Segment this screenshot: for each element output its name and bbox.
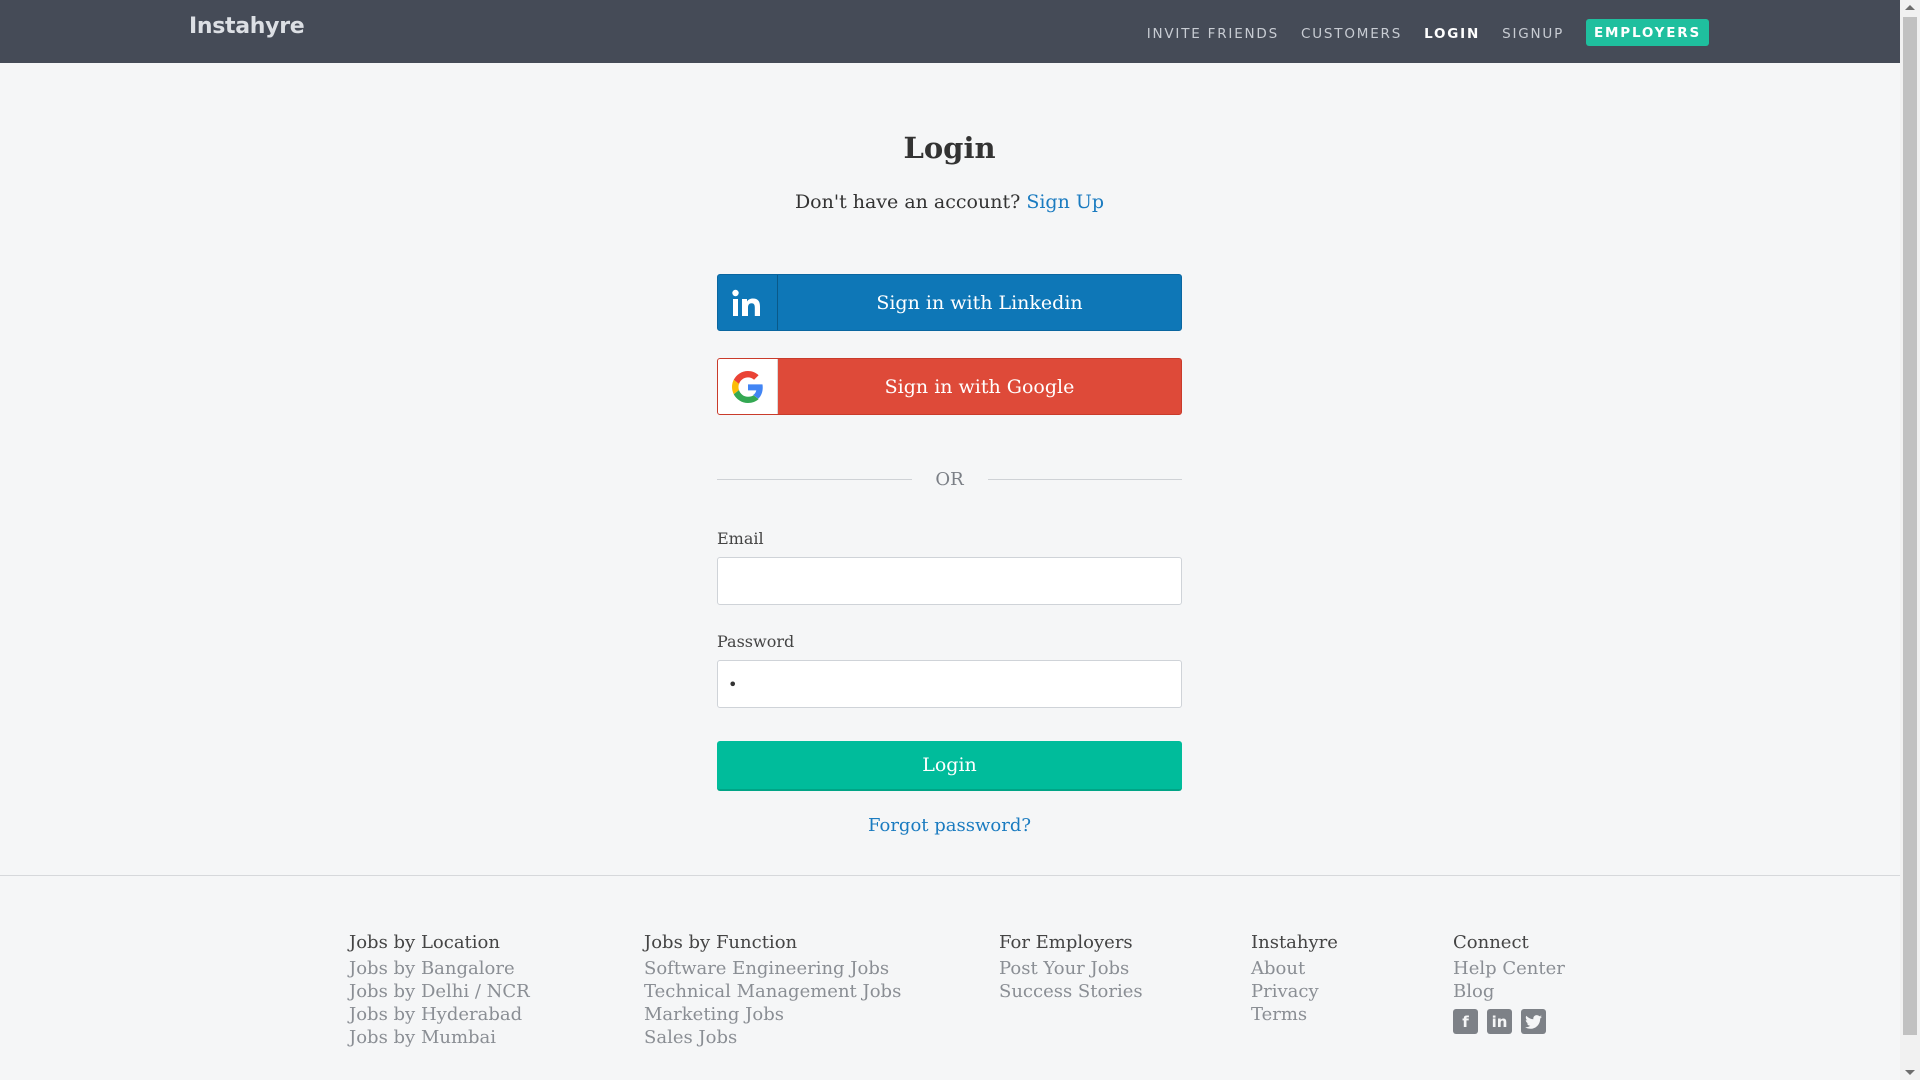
divider-line-right — [987, 478, 1182, 480]
footer-link[interactable]: Privacy — [1251, 980, 1338, 1003]
divider-line-left — [717, 478, 912, 480]
login-button[interactable]: Login — [717, 741, 1182, 791]
linkedin-signin-button[interactable]: Sign in with Linkedin — [717, 274, 1182, 331]
footer-link[interactable]: Terms — [1251, 1003, 1338, 1026]
footer-link[interactable]: Technical Management Jobs — [644, 980, 901, 1003]
footer-link[interactable]: Success Stories — [999, 980, 1143, 1003]
forgot-password-row: Forgot password? — [717, 815, 1182, 836]
footer-col-jobs-by-function: Jobs by Function Software Engineering Jo… — [644, 932, 901, 1049]
footer-link[interactable]: Jobs by Hyderabad — [349, 1003, 530, 1026]
footer-link[interactable]: Sales Jobs — [644, 1026, 901, 1049]
nav-menu: INVITE FRIENDS CUSTOMERS LOGIN SIGNUP EM… — [1125, 19, 1709, 47]
footer-heading: For Employers — [999, 932, 1133, 953]
scroll-up-icon[interactable] — [1905, 5, 1915, 10]
linkedin-icon — [718, 275, 778, 330]
nav-invite-friends[interactable]: INVITE FRIENDS — [1147, 26, 1279, 42]
linkedin-signin-label: Sign in with Linkedin — [876, 291, 1083, 314]
footer-link[interactable]: Software Engineering Jobs — [644, 957, 901, 980]
footer-link[interactable]: Help Center — [1453, 957, 1565, 980]
footer-link[interactable]: Blog — [1453, 980, 1565, 1003]
linkedin-icon[interactable]: in — [1487, 1009, 1512, 1034]
footer-heading: Instahyre — [1251, 932, 1338, 953]
top-navbar: Instahyre INVITE FRIENDS CUSTOMERS LOGIN… — [0, 0, 1900, 63]
footer-link[interactable]: About — [1251, 957, 1338, 980]
signup-prompt: Don't have an account? Sign Up — [717, 191, 1182, 213]
password-field[interactable] — [717, 660, 1182, 708]
footer-col-for-employers: For Employers Post Your Jobs Success Sto… — [999, 932, 1143, 1003]
nav-signup[interactable]: SIGNUP — [1502, 26, 1564, 42]
social-icons: f in — [1453, 1009, 1565, 1034]
footer-link[interactable]: Marketing Jobs — [644, 1003, 901, 1026]
google-signin-button[interactable]: Sign in with Google — [717, 358, 1182, 415]
brand-logo[interactable]: Instahyre — [189, 14, 305, 39]
forgot-password-link[interactable]: Forgot password? — [868, 815, 1031, 836]
page-scrollbar[interactable] — [1900, 0, 1920, 1080]
footer-link[interactable]: Jobs by Delhi / NCR — [349, 980, 530, 1003]
or-divider: OR — [717, 467, 1182, 491]
google-icon — [718, 359, 778, 414]
or-text: OR — [935, 468, 964, 490]
footer-heading: Jobs by Location — [349, 932, 500, 953]
email-label: Email — [717, 529, 764, 548]
password-label: Password — [717, 632, 795, 651]
nav-customers[interactable]: CUSTOMERS — [1301, 26, 1402, 42]
footer-col-instahyre: Instahyre About Privacy Terms — [1251, 932, 1338, 1026]
footer-link[interactable]: Jobs by Mumbai — [349, 1026, 530, 1049]
twitter-icon[interactable] — [1521, 1009, 1546, 1034]
no-account-text: Don't have an account? — [794, 191, 1021, 213]
footer-heading: Jobs by Function — [644, 932, 798, 953]
nav-login[interactable]: LOGIN — [1424, 26, 1480, 42]
footer-col-jobs-by-location: Jobs by Location Jobs by Bangalore Jobs … — [349, 932, 530, 1049]
signup-link[interactable]: Sign Up — [1026, 191, 1104, 213]
google-signin-label: Sign in with Google — [884, 375, 1075, 398]
scroll-down-icon[interactable] — [1905, 1070, 1915, 1075]
footer-heading: Connect — [1453, 932, 1529, 953]
scroll-thumb[interactable] — [1903, 17, 1917, 1035]
footer-divider — [0, 875, 1900, 876]
employers-button[interactable]: EMPLOYERS — [1586, 19, 1709, 46]
footer-link[interactable]: Jobs by Bangalore — [349, 957, 530, 980]
footer-col-connect: Connect Help Center Blog f in — [1453, 932, 1565, 1034]
email-field[interactable] — [717, 557, 1182, 605]
footer-link[interactable]: Post Your Jobs — [999, 957, 1143, 980]
facebook-icon[interactable]: f — [1453, 1009, 1478, 1034]
page-title: Login — [903, 131, 996, 165]
